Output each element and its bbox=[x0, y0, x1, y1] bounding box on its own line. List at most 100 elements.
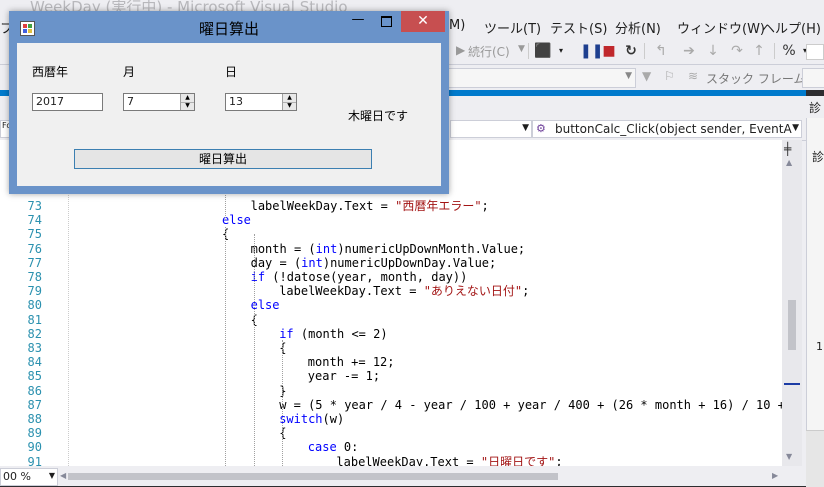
code-text: labelWeekDay.Text = bbox=[250, 199, 396, 213]
process-dropdown-icon[interactable]: ▾ bbox=[552, 42, 570, 60]
line-number: 78 bbox=[27, 270, 42, 284]
filter-icon[interactable]: ▼ bbox=[642, 69, 651, 83]
day-down-icon[interactable]: ▼ bbox=[283, 102, 296, 110]
code-text: labelWeekDay.Text = bbox=[336, 454, 481, 466]
zoom-combo[interactable]: 00 % ▼ bbox=[0, 468, 58, 486]
code-line: day = (int)numericUpDownDay.Value; bbox=[251, 256, 497, 270]
menu-item-help[interactable]: ヘルプ(H) bbox=[762, 18, 821, 37]
close-button[interactable]: ✕ bbox=[401, 11, 445, 32]
code-line: else bbox=[222, 213, 251, 227]
split-handle-icon[interactable]: ╪ bbox=[784, 142, 791, 156]
day-value: 13 bbox=[229, 95, 243, 108]
code-string: "日曜日です" bbox=[480, 454, 556, 466]
show-next-statement-icon[interactable]: ↰ bbox=[652, 42, 670, 60]
line-number: 88 bbox=[27, 412, 42, 426]
indent-guide bbox=[225, 227, 226, 466]
day-spin[interactable]: ▲ ▼ bbox=[282, 94, 296, 110]
month-down-icon[interactable]: ▼ bbox=[181, 102, 194, 110]
scroll-left-icon[interactable]: ◀ bbox=[60, 471, 66, 480]
minimize-button[interactable]: — bbox=[345, 11, 371, 31]
code-string: "ありえない日付" bbox=[423, 284, 523, 299]
menu-item-analyze[interactable]: 分析(N) bbox=[615, 18, 661, 37]
code-keyword: else bbox=[250, 298, 280, 313]
code-text: (!datose(year, month, day)) bbox=[265, 270, 468, 284]
code-line: if (!datose(year, month, day)) bbox=[251, 270, 468, 284]
scroll-down-icon[interactable]: ▼ bbox=[786, 452, 792, 461]
weekday-result: 木曜日です bbox=[348, 109, 409, 123]
process-icon[interactable]: ⬛ bbox=[534, 42, 552, 60]
toolbar-separator bbox=[644, 43, 645, 59]
code-string: "西暦年エラー" bbox=[395, 199, 482, 213]
line-number: 75 bbox=[27, 227, 42, 242]
restart-icon[interactable]: ↻ bbox=[622, 42, 640, 60]
line-number: 83 bbox=[27, 341, 42, 355]
member-combo-label: buttonCalc_Click(object sender, EventAr bbox=[555, 122, 797, 136]
line-number: 84 bbox=[27, 355, 42, 370]
scroll-thumb[interactable] bbox=[788, 300, 796, 350]
maximize-button[interactable] bbox=[373, 11, 399, 31]
menu-item-tools[interactable]: ツール(T) bbox=[484, 18, 541, 37]
month-value: 7 bbox=[127, 95, 134, 108]
code-keyword: if bbox=[279, 326, 294, 341]
month-spin[interactable]: ▲ ▼ bbox=[180, 94, 194, 110]
code-line: month = (int)numericUpDownMonth.Value; bbox=[251, 242, 526, 256]
stack-frame-icon: ≋ bbox=[688, 69, 699, 83]
year-label: 西暦年 bbox=[32, 65, 69, 79]
code-text: ; bbox=[522, 284, 530, 299]
continue-dropdown-icon[interactable]: ▼ bbox=[518, 44, 525, 54]
zoom-dropdown-icon[interactable]: ▼ bbox=[49, 471, 55, 480]
indent-guide bbox=[253, 234, 255, 466]
stop-debugging-icon[interactable]: ■ bbox=[600, 42, 618, 60]
menu-item-window[interactable]: ウィンドウ(W) bbox=[677, 18, 765, 37]
code-text: 0: bbox=[336, 440, 359, 455]
scroll-up-icon[interactable]: ▲ bbox=[786, 158, 792, 167]
month-stepper[interactable]: 7 ▲ ▼ bbox=[123, 93, 195, 111]
code-keyword: else bbox=[222, 213, 251, 228]
stack-frame-combo[interactable] bbox=[802, 68, 824, 88]
calculate-button[interactable]: 曜日算出 bbox=[74, 149, 372, 169]
line-number: 89 bbox=[27, 426, 42, 441]
editor-bottom-bar: 00 % ▼ ◀ ▶ bbox=[0, 466, 806, 486]
line-number: 77 bbox=[27, 255, 42, 270]
menu-item-debug-fragment[interactable]: M) bbox=[449, 18, 465, 33]
line-number: 85 bbox=[27, 369, 42, 384]
break-all-icon[interactable]: ❚❚ bbox=[580, 42, 603, 60]
step-out-icon[interactable]: ↷ bbox=[728, 42, 746, 60]
filter-flag-icon[interactable]: ⚐ bbox=[664, 69, 675, 83]
month-label: 月 bbox=[123, 65, 136, 79]
code-text: (month <= 2) bbox=[293, 326, 388, 341]
code-text: )numericUpDownDay.Value; bbox=[322, 255, 497, 270]
toolbar-overflow-combo[interactable] bbox=[806, 44, 824, 60]
line-number: 73 bbox=[27, 199, 42, 213]
maximize-icon bbox=[381, 16, 392, 27]
code-text: month += 12; bbox=[307, 355, 395, 370]
menu-item-test[interactable]: テスト(S) bbox=[550, 18, 607, 37]
code-line: else bbox=[251, 298, 280, 312]
code-text: ; bbox=[555, 454, 563, 466]
continue-button[interactable]: 続行(C) bbox=[468, 43, 510, 60]
year-input[interactable]: 2017 bbox=[32, 93, 103, 111]
step-back-icon[interactable]: ↑ bbox=[750, 42, 768, 60]
diagnostics-panel-header[interactable]: 診 bbox=[806, 96, 824, 118]
type-combo[interactable]: ▼ bbox=[450, 120, 532, 138]
line-number: 86 bbox=[27, 383, 42, 398]
continue-icon[interactable]: ▶ bbox=[456, 43, 465, 57]
day-stepper[interactable]: 13 ▲ ▼ bbox=[225, 93, 297, 111]
thread-combo[interactable]: ▼ bbox=[446, 68, 636, 88]
horizontal-scroll-thumb[interactable] bbox=[68, 473, 558, 480]
code-line: case 0: bbox=[308, 440, 359, 454]
dialog-title-bar[interactable]: 曜日算出 — ✕ bbox=[9, 11, 449, 43]
code-text: month = ( bbox=[250, 241, 316, 256]
line-number: 79 bbox=[27, 284, 42, 299]
stack-frame-label: スタック フレーム bbox=[706, 72, 806, 86]
code-line: labelWeekDay.Text = "西暦年エラー"; bbox=[251, 199, 489, 213]
step-into-icon[interactable]: ➔ bbox=[680, 42, 698, 60]
code-text: )numericUpDownMonth.Value; bbox=[337, 241, 526, 256]
member-combo[interactable]: ⚙ buttonCalc_Click(object sender, EventA… bbox=[532, 120, 802, 138]
toolbar-separator bbox=[528, 43, 529, 59]
code-line: w = (5 * year / 4 - year / 100 + year / … bbox=[279, 398, 782, 412]
scroll-right-icon[interactable]: ▶ bbox=[772, 471, 778, 480]
step-over-icon[interactable]: ↓ bbox=[704, 42, 722, 60]
editor-vertical-scrollbar[interactable]: ╪ ▲ ▼ bbox=[782, 140, 802, 466]
code-text: year -= 1; bbox=[307, 369, 381, 384]
